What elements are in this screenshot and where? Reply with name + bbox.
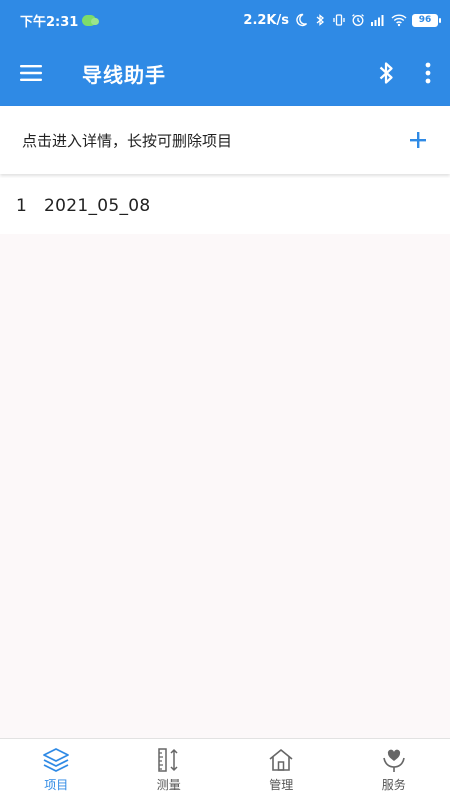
nav-label-service: 服务 [381,777,406,792]
bottom-navigation: 项目 测量 管理 服务 [0,738,450,800]
add-project-button[interactable] [402,124,434,156]
nav-tab-measure[interactable]: 测量 [113,739,226,800]
signal-icon [371,15,384,26]
hint-text: 点击进入详情，长按可删除项目 [22,131,233,150]
bluetooth-status-icon [316,14,325,26]
status-bar-left: 下午2:31 [20,11,100,30]
bluetooth-button[interactable] [366,40,406,106]
layers-icon [43,747,70,772]
status-time: 下午2:31 [20,14,79,30]
status-bar: 下午2:31 2.2K/s 96 [0,0,450,40]
nav-label-measure: 测量 [156,777,181,792]
project-list-item[interactable]: 1 2021_05_08 [0,178,450,234]
content-area [0,234,450,738]
nav-label-manage: 管理 [269,777,294,792]
menu-button[interactable] [0,40,62,106]
nav-tab-manage[interactable]: 管理 [225,739,338,800]
moon-icon [296,13,308,27]
project-index: 1 [16,196,27,216]
app-title: 导线助手 [82,62,166,87]
app-root: 下午2:31 2.2K/s 96 导线助手 点击进入详情，长按可删除项目 1 2… [0,0,450,800]
battery-indicator: 96 [412,13,441,27]
network-speed: 2.2K/s [243,12,289,28]
heart-hand-icon [382,749,405,772]
plus-icon [410,132,426,148]
home-icon [269,748,293,771]
bluetooth-icon [379,62,393,84]
project-list: 1 2021_05_08 [0,178,450,234]
ruler-icon [158,747,178,772]
hamburger-menu-icon [20,65,42,81]
more-vertical-icon [425,62,431,84]
wifi-icon [391,14,407,27]
app-bar: 导线助手 [0,40,450,106]
project-name: 2021_05_08 [44,196,151,216]
alarm-icon [352,14,364,26]
status-bar-right: 2.2K/s 96 [243,12,441,28]
wechat-notification-icon [82,14,100,26]
hint-bar: 点击进入详情，长按可删除项目 [0,106,450,174]
vibrate-icon [333,14,345,26]
nav-label-projects: 项目 [44,777,69,792]
more-options-button[interactable] [406,40,450,106]
nav-tab-projects[interactable]: 项目 [0,739,113,800]
nav-tab-service[interactable]: 服务 [338,739,450,800]
